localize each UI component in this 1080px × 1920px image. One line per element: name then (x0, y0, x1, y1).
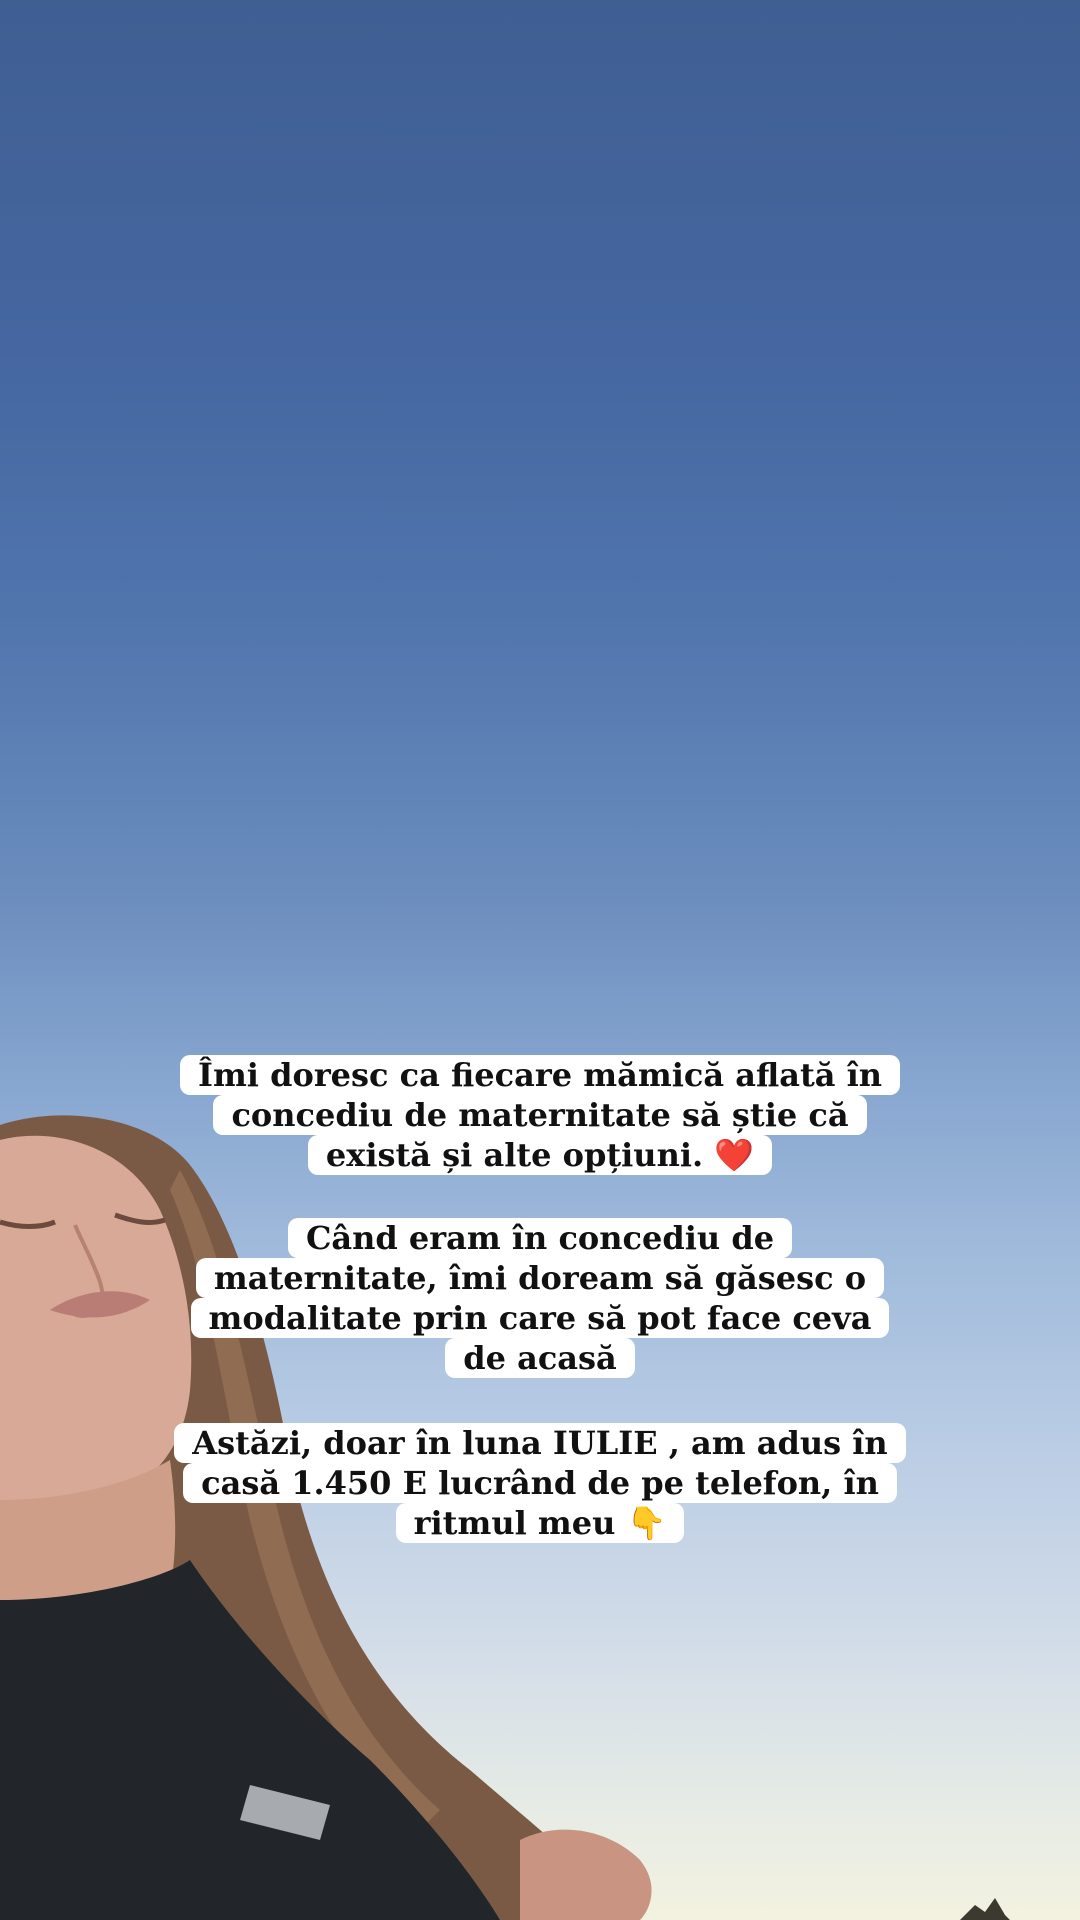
caption-block-3: Astăzi, doar în luna IULIE , am adus în … (140, 1423, 940, 1543)
caption-line: maternitate, îmi doream să găsesc o (195, 1258, 885, 1298)
caption-line: de acasă (445, 1338, 635, 1378)
caption-line: modalitate prin care să pot face ceva (190, 1298, 890, 1338)
caption-line: există și alte opțiuni. ❤️ (307, 1135, 773, 1175)
story-background: Îmi doresc ca fiecare mămică aflată în c… (0, 0, 1080, 1920)
caption-line: Când eram în concediu de (287, 1218, 793, 1258)
caption-block-2: Când eram în concediu de maternitate, îm… (140, 1218, 940, 1378)
caption-line: Îmi doresc ca fiecare mămică aflată în (179, 1055, 901, 1095)
caption-line: concediu de maternitate să știe că (213, 1095, 867, 1135)
caption-line: Astăzi, doar în luna IULIE , am adus în (174, 1423, 906, 1463)
person-photo (0, 1115, 1010, 1920)
caption-line: ritmul meu 👇 (395, 1503, 685, 1543)
caption-block-1: Îmi doresc ca fiecare mămică aflată în c… (140, 1055, 940, 1175)
caption-line: casă 1.450 E lucrând de pe telefon, în (183, 1463, 897, 1503)
